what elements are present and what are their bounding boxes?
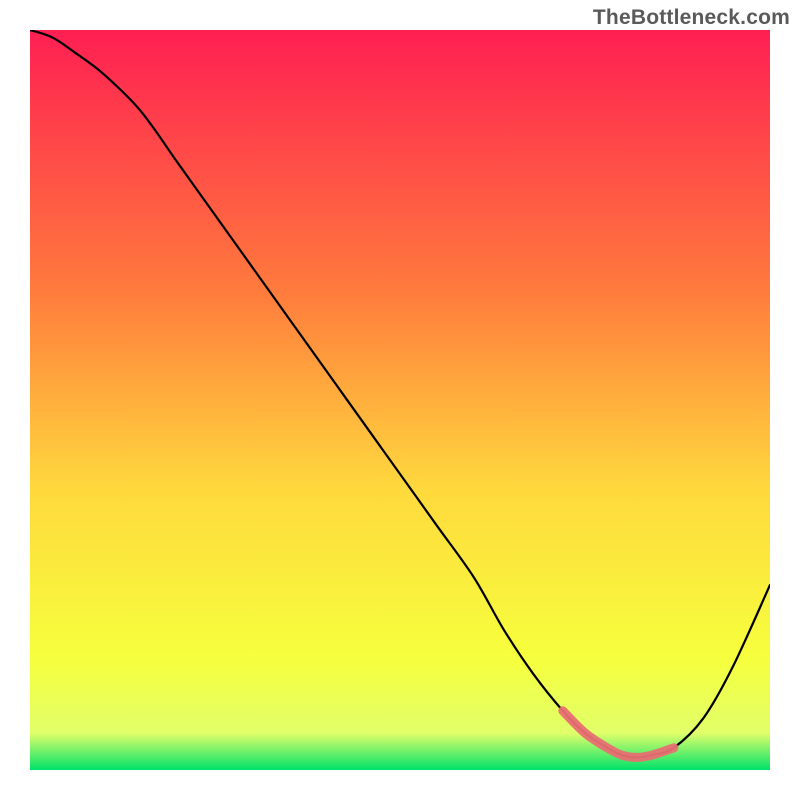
plot-svg — [30, 30, 770, 770]
watermark-text: TheBottleneck.com — [593, 6, 790, 30]
gradient-background — [30, 30, 770, 770]
chart-container: TheBottleneck.com — [0, 0, 800, 800]
plot-area — [30, 30, 770, 770]
